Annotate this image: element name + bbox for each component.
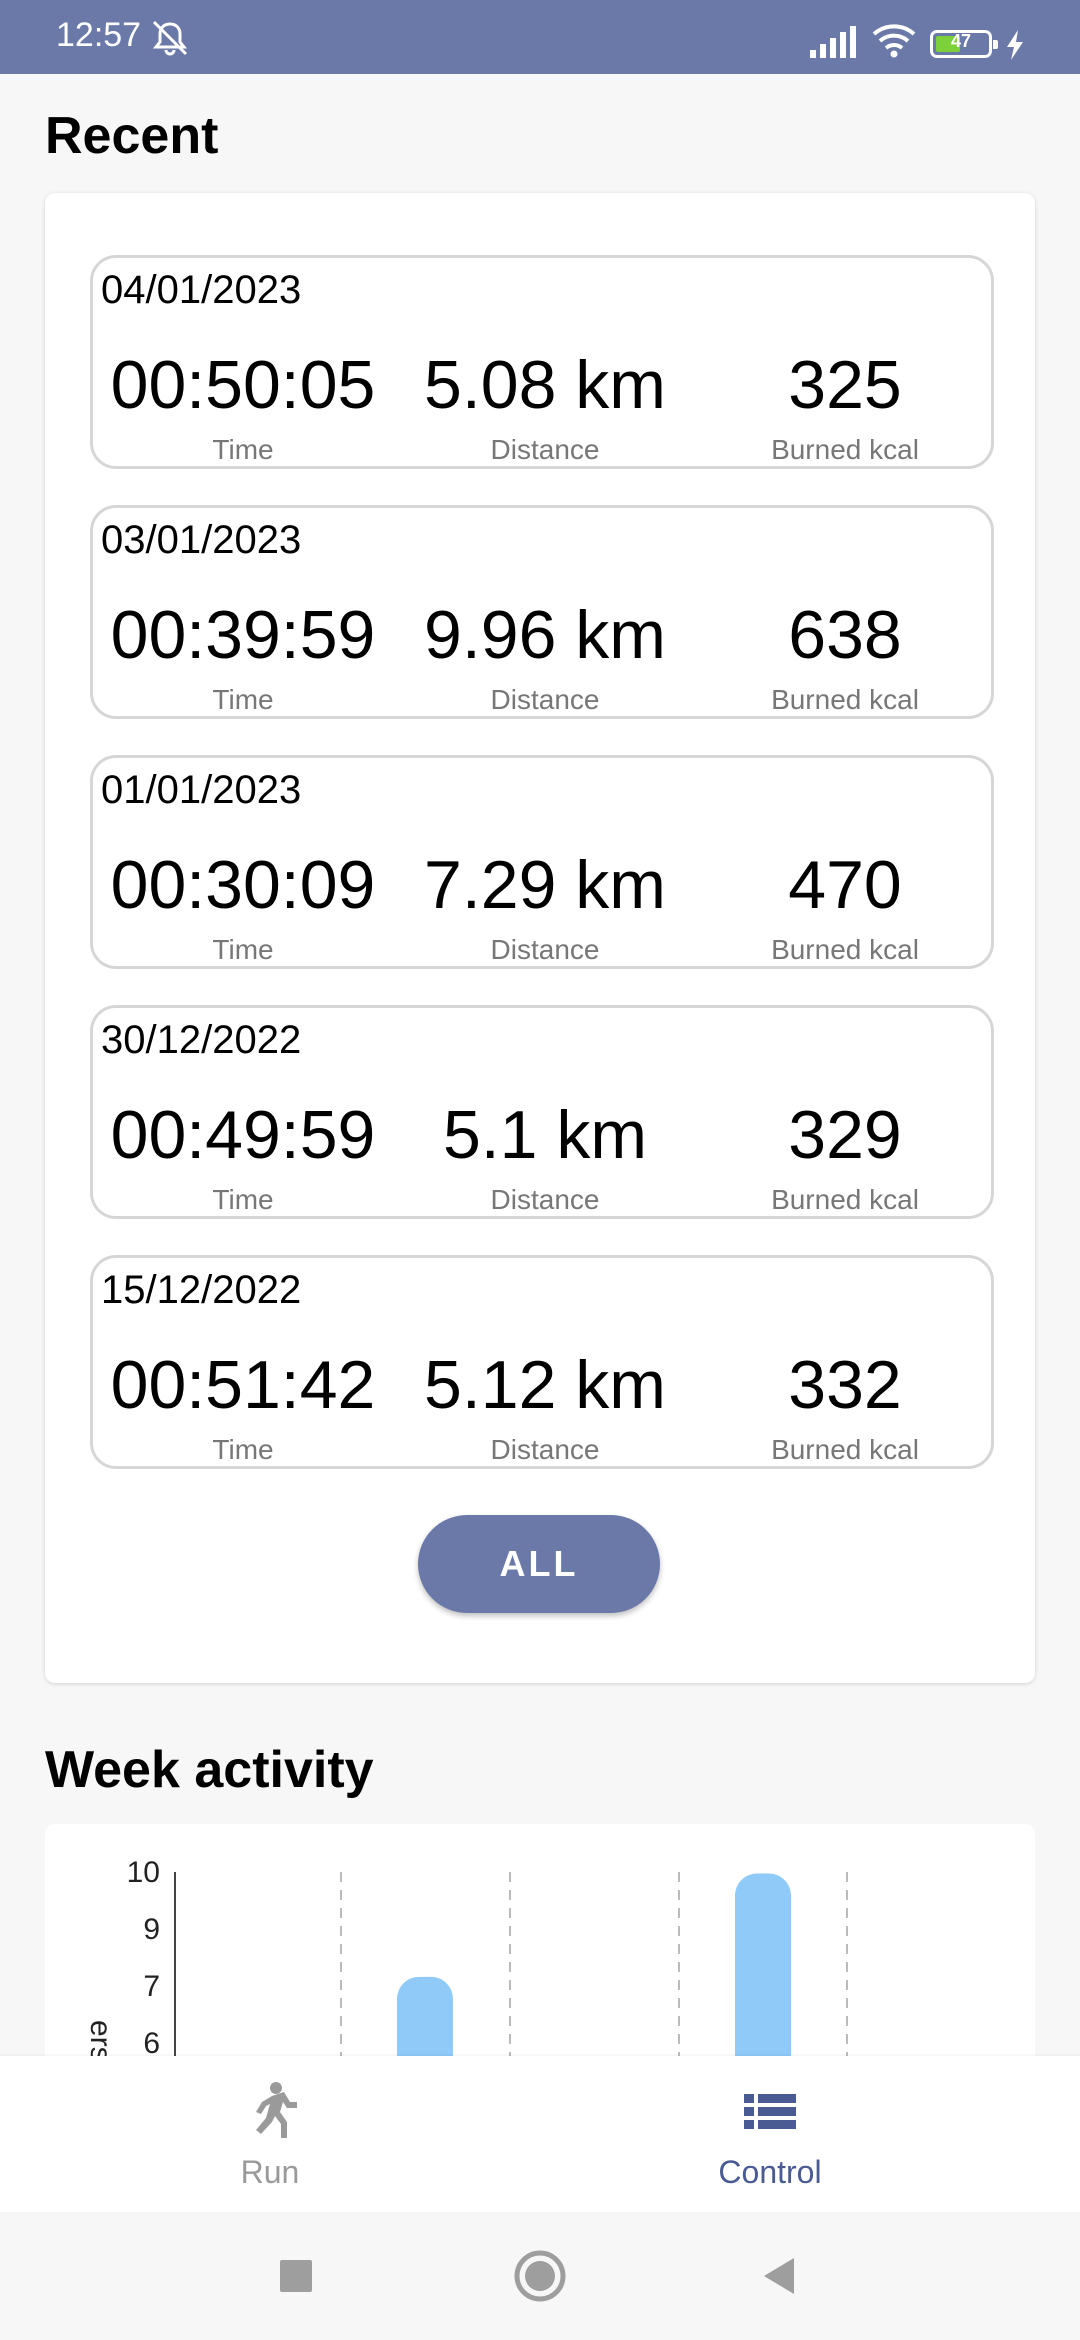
time-label: Time <box>212 1434 274 1465</box>
run-date: 30/12/2022 <box>101 1018 302 1062</box>
kcal-label: Burned kcal <box>771 934 919 965</box>
distance-label: Distance <box>490 1434 600 1465</box>
run-distance: 5.08 km <box>424 347 666 423</box>
kcal-label: Burned kcal <box>771 1434 919 1465</box>
kcal-label: Burned kcal <box>771 1184 919 1215</box>
run-distance: 5.1 km <box>442 1097 648 1173</box>
system-navigation <box>0 2212 1080 2340</box>
y-tick: 9 <box>143 1913 160 1946</box>
kcal-label: Burned kcal <box>771 684 919 715</box>
run-distance: 9.96 km <box>424 597 666 673</box>
recent-title: Recent <box>45 107 219 165</box>
home-button[interactable] <box>512 2248 568 2304</box>
nav-run-label: Run <box>240 2154 300 2190</box>
run-kcal: 329 <box>788 1097 902 1173</box>
run-time: 00:51:42 <box>110 1347 376 1423</box>
run-date: 01/01/2023 <box>101 768 302 812</box>
nav-control-label: Control <box>718 2154 822 2190</box>
run-item[interactable]: 03/01/2023 00:39:59 9.96 km 638 Time Dis… <box>90 505 994 719</box>
recent-card: 04/01/2023 00:50:05 5.08 km 325 Time Dis… <box>45 193 1035 1683</box>
run-distance: 5.12 km <box>424 1347 666 1423</box>
run-item[interactable]: 04/01/2023 00:50:05 5.08 km 325 Time Dis… <box>90 255 994 469</box>
run-date: 15/12/2022 <box>101 1268 302 1312</box>
run-date: 04/01/2023 <box>101 268 302 312</box>
status-time: 12:57 <box>56 16 142 54</box>
time-label: Time <box>212 434 274 465</box>
run-kcal: 638 <box>788 597 902 673</box>
distance-label: Distance <box>490 434 600 465</box>
nav-run-tab[interactable]: Run <box>0 2056 540 2212</box>
run-time: 00:39:59 <box>110 597 376 673</box>
bottom-navigation: Run Control <box>0 2056 1080 2214</box>
runner-icon <box>256 2082 297 2138</box>
kcal-label: Burned kcal <box>771 434 919 465</box>
run-time: 00:30:09 <box>110 847 376 923</box>
distance-label: Distance <box>490 1184 600 1215</box>
run-time: 00:50:05 <box>110 347 376 423</box>
recents-button[interactable] <box>268 2248 324 2304</box>
battery-level: 47 <box>950 31 972 51</box>
run-distance: 7.29 km <box>424 847 666 923</box>
wifi-icon <box>872 24 916 58</box>
y-tick: 7 <box>143 1970 160 2003</box>
back-button[interactable] <box>752 2248 808 2304</box>
run-item[interactable]: 01/01/2023 00:30:09 7.29 km 470 Time Dis… <box>90 755 994 969</box>
time-label: Time <box>212 1184 274 1215</box>
run-kcal: 332 <box>788 1347 902 1423</box>
distance-label: Distance <box>490 934 600 965</box>
runs-list: 04/01/2023 00:50:05 5.08 km 325 Time Dis… <box>90 255 994 1505</box>
distance-label: Distance <box>490 684 600 715</box>
run-kcal: 325 <box>788 347 902 423</box>
run-kcal: 470 <box>788 847 902 923</box>
charging-icon <box>1007 30 1023 60</box>
battery-icon: 47 <box>930 30 998 58</box>
run-item[interactable]: 15/12/2022 00:51:42 5.12 km 332 Time Dis… <box>90 1255 994 1469</box>
run-item[interactable]: 30/12/2022 00:49:59 5.1 km 329 Time Dist… <box>90 1005 994 1219</box>
run-date: 03/01/2023 <box>101 518 302 562</box>
signal-icon <box>810 26 856 58</box>
time-label: Time <box>212 934 274 965</box>
all-button[interactable]: ALL <box>418 1515 660 1613</box>
time-label: Time <box>212 684 274 715</box>
list-icon <box>744 2094 796 2129</box>
run-time: 00:49:59 <box>110 1097 376 1173</box>
mute-icon <box>152 20 188 56</box>
week-activity-title: Week activity <box>45 1741 374 1799</box>
status-bar: 12:57 47 <box>0 0 1080 74</box>
nav-control-tab[interactable]: Control <box>500 2056 1040 2212</box>
y-tick: 10 <box>127 1856 160 1889</box>
